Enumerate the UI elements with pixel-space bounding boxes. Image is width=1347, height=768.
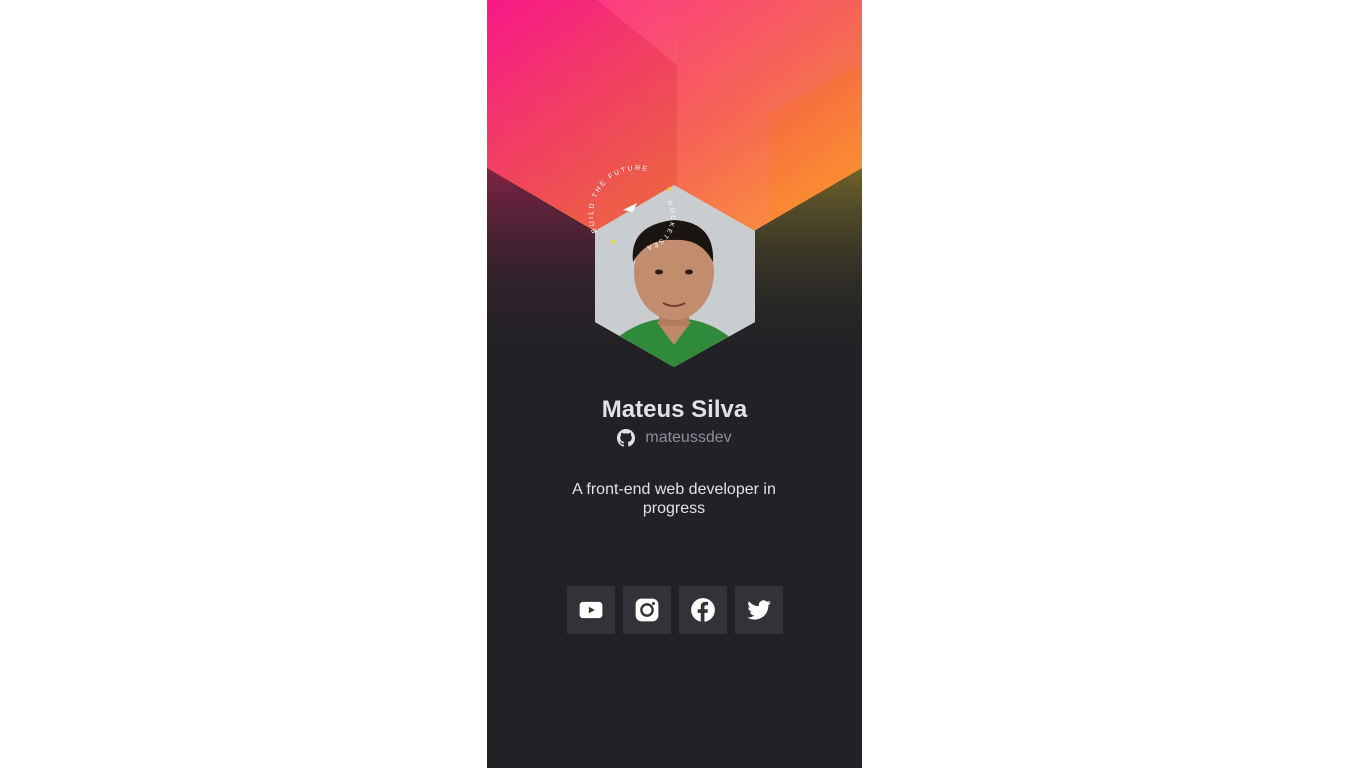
profile-name: Mateus Silva	[601, 396, 748, 423]
instagram-icon	[635, 598, 659, 622]
youtube-icon	[579, 601, 603, 619]
github-username: mateussdev	[645, 429, 732, 446]
social-links	[567, 586, 783, 634]
twitter-icon	[747, 600, 771, 620]
profile-card: BUILD THE FUTURE ROCKETSEAT Mateus Silva…	[487, 0, 862, 768]
hero-banner: BUILD THE FUTURE ROCKETSEAT	[487, 0, 862, 367]
github-link[interactable]: mateussdev	[487, 429, 862, 447]
facebook-button[interactable]	[679, 586, 727, 634]
facebook-icon	[691, 598, 715, 622]
youtube-button[interactable]	[567, 586, 615, 634]
github-icon	[617, 429, 636, 447]
bio: A front-end web developer in progress	[572, 481, 776, 517]
instagram-button[interactable]	[623, 586, 671, 634]
twitter-button[interactable]	[735, 586, 783, 634]
